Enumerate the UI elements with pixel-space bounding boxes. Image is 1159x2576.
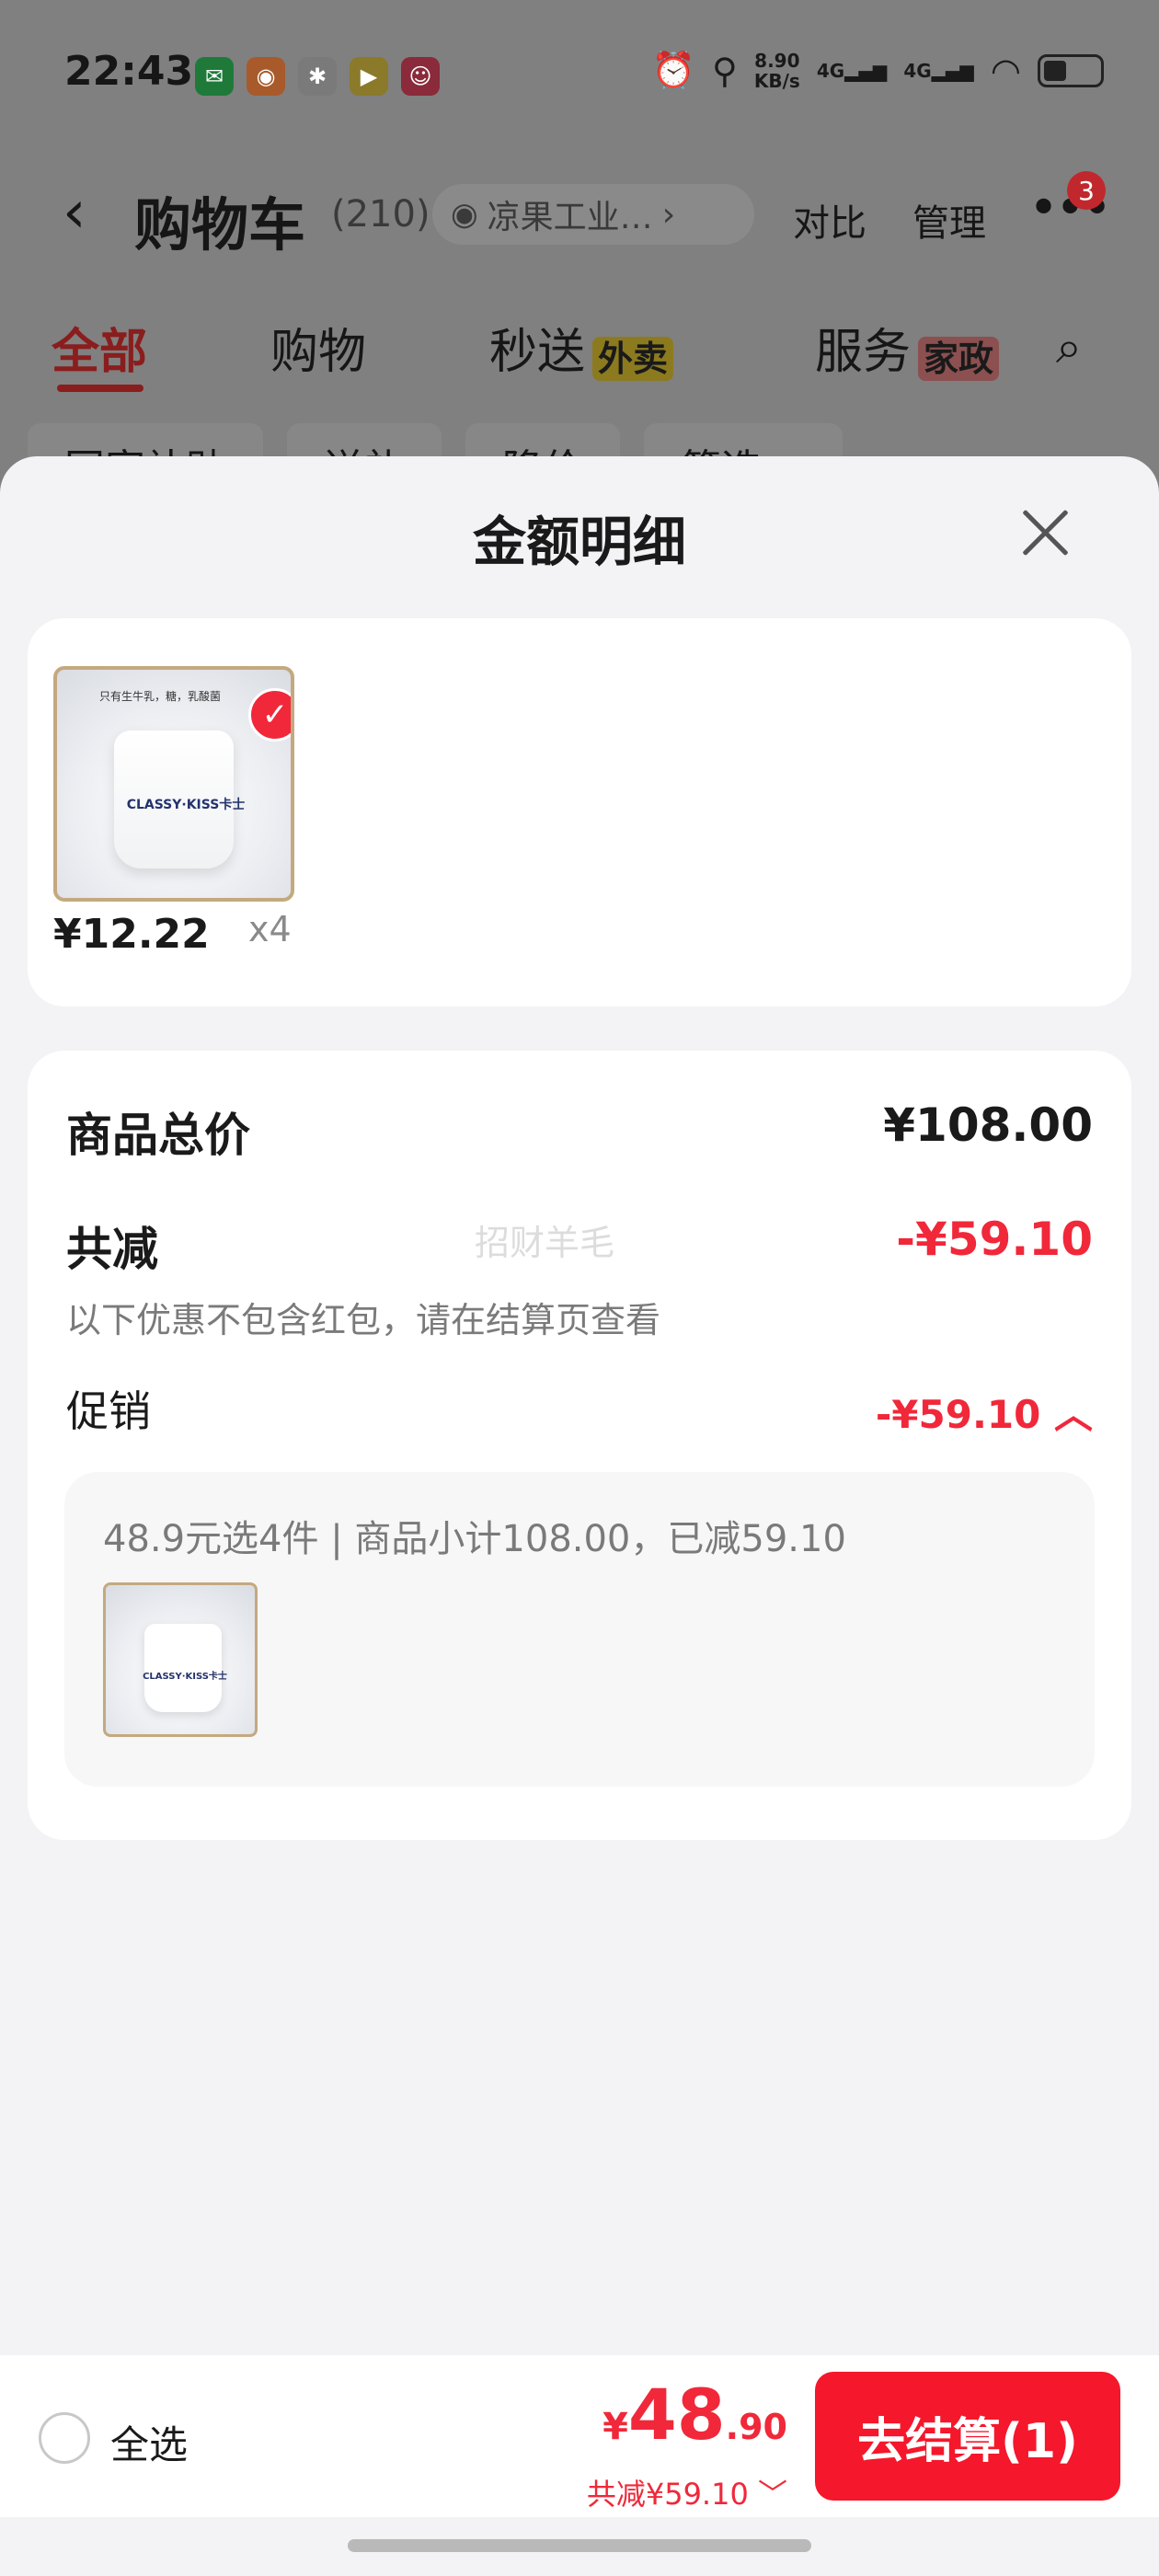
chevron-right-icon: › <box>661 195 676 234</box>
category-tabs: 全部 购物 秒送 外卖 服务 家政 <box>0 313 1159 396</box>
net-speed: 8.90 KB/s <box>753 49 800 92</box>
thumb-caption: 只有生牛乳，糖，乳酸菌 <box>99 690 222 703</box>
background-page: 22:43 ✉ ◉ ✱ ▶ ☺ ⏰ ⚲ 8.90 KB/s 4G▂▄▆ 4G▂▄… <box>0 0 1159 493</box>
sheet-title: 金额明细 <box>472 511 686 573</box>
tag-jiazheng: 家政 <box>918 336 1000 381</box>
compare-button[interactable]: 对比 <box>793 193 866 247</box>
app-icon-video: ▶ <box>350 57 388 96</box>
promo-toggle[interactable]: -¥59.10 ︿ <box>876 1384 1093 1440</box>
selected-items-card: 只有生牛乳，糖，乳酸菌 CLASSY·KISS卡士 ✓ ¥12.22 x4 <box>28 618 1131 1006</box>
reduce-note: 以下优惠不包含红包，请在结算页查看 <box>66 1300 661 1340</box>
battery-icon <box>1038 53 1104 87</box>
page-title: 购物车 <box>134 191 306 259</box>
product-image[interactable]: 只有生牛乳，糖，乳酸菌 CLASSY·KISS卡士 ✓ <box>53 666 294 902</box>
thumb-brand: CLASSY·KISS卡士 <box>126 798 246 812</box>
amount-detail-sheet: 金额明细 只有生牛乳，糖，乳酸菌 CLASSY·KISS卡士 ✓ ¥12.22 … <box>0 456 1159 2576</box>
close-icon[interactable] <box>1016 502 1076 563</box>
checkout-button[interactable]: 去结算(1) <box>815 2372 1120 2501</box>
pay-total: ¥48.90 <box>602 2374 787 2455</box>
total-value: ¥108.00 <box>883 1098 1093 1152</box>
promo-label: 促销 <box>66 1386 151 1436</box>
signal-icon-2: 4G▂▄▆ <box>903 59 974 82</box>
signal-icon: 4G▂▄▆ <box>816 59 888 82</box>
status-bar: 22:43 ✉ ◉ ✱ ▶ ☺ ⏰ ⚲ 8.90 KB/s 4G▂▄▆ 4G▂▄… <box>0 0 1159 147</box>
total-label: 商品总价 <box>66 1109 250 1162</box>
item-price: ¥12.22 <box>53 911 210 958</box>
clock: 22:43 <box>64 48 194 95</box>
reduce-value: -¥59.10 <box>896 1213 1093 1266</box>
tab-active-indicator <box>57 385 143 392</box>
app-icon-red: ☺ <box>401 57 440 96</box>
tab-all[interactable]: 全部 <box>52 313 147 382</box>
price-breakdown-card: 商品总价 ¥108.00 共减 招财羊毛 -¥59.10 以下优惠不包含红包，请… <box>28 1051 1131 1840</box>
promo-detail: 48.9元选4件 | 商品小计108.00，已减59.10 CLASSY·KIS… <box>64 1472 1095 1787</box>
search-icon[interactable]: ⌕ <box>1056 320 1082 374</box>
wechat-icon: ✉ <box>195 57 234 96</box>
watermark: 招财羊毛 <box>475 1223 615 1263</box>
reduce-label: 共减 <box>66 1223 158 1276</box>
tag-waimai: 外卖 <box>592 336 674 381</box>
cart-count: (210) <box>331 193 430 236</box>
tab-shopping[interactable]: 购物 <box>270 313 366 382</box>
app-icon-colorful: ✱ <box>298 57 337 96</box>
eye-icon: ◉ <box>451 196 478 233</box>
check-icon[interactable]: ✓ <box>248 688 291 742</box>
notification-badge: 3 <box>1067 171 1106 210</box>
home-indicator[interactable] <box>348 2539 811 2552</box>
alarm-icon: ⏰ <box>651 50 696 90</box>
wifi-icon: ◠ <box>990 50 1021 91</box>
tab-instant[interactable]: 秒送 外卖 <box>489 313 674 382</box>
item-quantity: x4 <box>248 909 292 949</box>
checkout-bar: 全选 ¥48.90 共减¥59.10 ﹀ 去结算(1) <box>0 2355 1159 2517</box>
notification-icons: ✉ ◉ ✱ ▶ ☺ <box>195 57 440 96</box>
address-selector[interactable]: ◉ 凉果工业… › <box>432 184 754 245</box>
app-icon-orange: ◉ <box>247 57 285 96</box>
pay-reduce-toggle[interactable]: 共减¥59.10 ﹀ <box>587 2471 787 2513</box>
tab-service[interactable]: 服务 家政 <box>815 313 1000 382</box>
address-text: 凉果工业… <box>487 199 653 236</box>
location-icon: ⚲ <box>712 50 738 91</box>
back-icon[interactable]: ‹ <box>63 178 86 247</box>
promo-text: 48.9元选4件 | 商品小计108.00，已减59.10 <box>103 1518 846 1560</box>
system-icons: ⏰ ⚲ 8.90 KB/s 4G▂▄▆ 4G▂▄▆ ◠ <box>652 50 1104 91</box>
promo-product-image[interactable]: CLASSY·KISS卡士 <box>103 1582 258 1737</box>
nav-bar: ‹ 购物车 (210) ◉ 凉果工业… › 对比 管理 ••• <box>0 166 1159 259</box>
select-all-radio[interactable] <box>39 2412 90 2464</box>
manage-button[interactable]: 管理 <box>912 193 986 247</box>
select-all-label[interactable]: 全选 <box>110 2414 188 2470</box>
thumb-brand-small: CLASSY·KISS卡士 <box>143 1672 227 1682</box>
